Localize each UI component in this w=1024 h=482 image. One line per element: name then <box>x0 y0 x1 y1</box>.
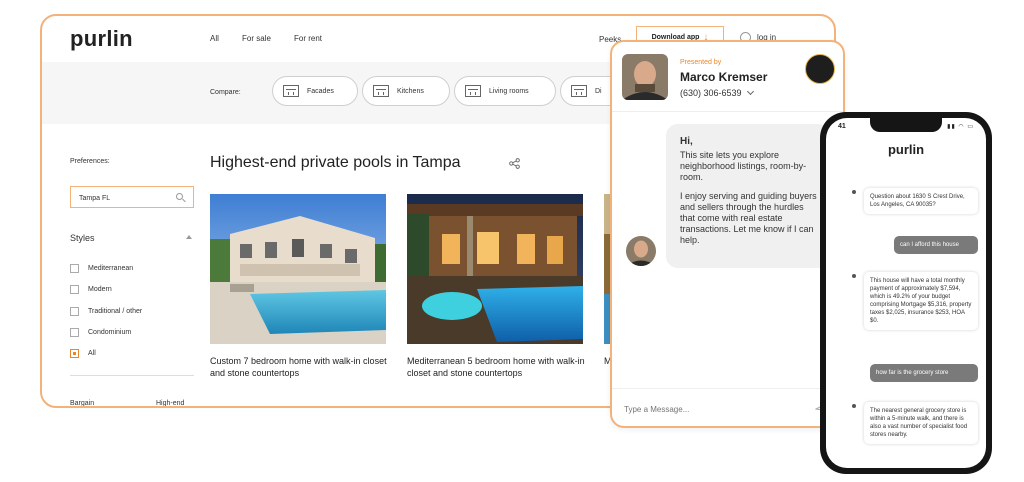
tab-for-sale[interactable]: For sale <box>242 34 271 43</box>
checkbox[interactable] <box>70 264 79 273</box>
styles-heading[interactable]: Styles <box>70 233 194 243</box>
agent-chat-card: Presented by Marco Kremser (630) 306-653… <box>610 40 845 428</box>
style-option-label: Condominium <box>88 329 132 336</box>
style-option-all[interactable]: All <box>70 349 96 358</box>
phone-screen: 41 ▮▮ ◠ ▭ purlin Question about 1630 S C… <box>826 118 986 468</box>
bubble-paragraph-2: I enjoy serving and guiding buyers and s… <box>680 191 817 245</box>
location-search-box[interactable] <box>70 186 194 209</box>
search-icon[interactable] <box>176 193 183 200</box>
listing-caption-1[interactable]: Custom 7 bedroom home with walk-in close… <box>210 355 390 379</box>
agent-phone-number: (630) 306-6539 <box>680 88 742 98</box>
chip-label: Living rooms <box>489 87 529 95</box>
status-time: 41 <box>838 123 846 130</box>
chevron-down-icon[interactable] <box>747 87 755 96</box>
checkbox[interactable] <box>70 307 79 316</box>
listing-photo-2[interactable] <box>407 194 583 344</box>
compare-chip-kitchens[interactable]: Kitchens <box>362 76 450 106</box>
style-option-label: All <box>88 350 96 357</box>
checkbox[interactable] <box>70 285 79 294</box>
tab-for-rent[interactable]: For rent <box>294 34 322 43</box>
chip-label: Di <box>595 87 602 95</box>
checkbox[interactable] <box>70 328 79 337</box>
agent-avatar-small <box>626 236 656 266</box>
agent-photo <box>622 54 668 100</box>
chip-label: Kitchens <box>397 87 424 95</box>
tab-all[interactable]: All <box>210 34 219 43</box>
style-option-label: Modern <box>88 286 112 293</box>
location-search-input[interactable] <box>71 188 171 209</box>
style-option-condominium[interactable]: Condominium <box>70 328 131 337</box>
style-option-mediterranean[interactable]: Mediterranean <box>70 264 133 273</box>
preferences-label: Preferences: <box>70 158 110 165</box>
chat-dot <box>852 274 856 278</box>
phone-notch <box>870 118 942 132</box>
styles-heading-label: Styles <box>70 233 95 243</box>
bubble-paragraph-1: This site lets you explore neighborhood … <box>680 150 807 182</box>
agent-header: Presented by Marco Kremser (630) 306-653… <box>612 42 843 112</box>
style-option-traditional[interactable]: Traditional / other <box>70 307 142 316</box>
compare-chip-living-rooms[interactable]: Living rooms <box>454 76 556 106</box>
agent-message-bubble: Hi, This site lets you explore neighborh… <box>666 124 830 268</box>
presented-by-label: Presented by <box>680 59 722 66</box>
listing-photo-1[interactable] <box>210 194 386 344</box>
phone-message-4: how far is the grocery store <box>870 364 978 382</box>
style-option-label: Traditional / other <box>88 308 143 315</box>
phone-purlin-logo: purlin <box>887 142 925 157</box>
agent-name: Marco Kremser <box>680 70 768 84</box>
share-icon[interactable] <box>509 158 520 169</box>
bubble-greeting: Hi, <box>680 136 693 147</box>
chat-dot <box>852 404 856 408</box>
phone-message-1: Question about 1630 S Crest Drive, Los A… <box>864 188 978 214</box>
price-range-bargain-label: Bargain <box>70 400 95 407</box>
page-title: Highest-end private pools in Tampa <box>210 154 461 171</box>
kitchen-icon <box>373 85 389 97</box>
chip-label: Facades <box>307 87 334 95</box>
checkbox-checked[interactable] <box>70 349 79 358</box>
brokerage-logo <box>805 54 835 84</box>
caret-up-icon[interactable] <box>186 235 192 239</box>
phone-mockup: 41 ▮▮ ◠ ▭ purlin Question about 1630 S C… <box>820 112 992 474</box>
phone-message-5: The nearest general grocery store is wit… <box>864 402 978 444</box>
message-input[interactable] <box>624 401 804 417</box>
agent-phone[interactable]: (630) 306-6539 <box>680 87 755 98</box>
listing-caption-2[interactable]: Mediterranean 5 bedroom home with walk-i… <box>407 355 587 379</box>
phone-message-2: can I afford this house <box>894 236 978 254</box>
sofa-icon <box>465 85 481 97</box>
message-bar <box>612 388 843 426</box>
phone-message-3: This house will have a total monthly pay… <box>864 272 978 330</box>
purlin-logo[interactable]: purlin <box>70 26 133 52</box>
style-option-label: Mediterranean <box>88 265 134 272</box>
compare-label: Compare: <box>210 89 241 96</box>
compare-chip-facades[interactable]: Facades <box>272 76 358 106</box>
dining-icon <box>571 85 587 97</box>
status-icons: ▮▮ ◠ ▭ <box>947 124 974 130</box>
chat-dot <box>852 190 856 194</box>
style-option-modern[interactable]: Modern <box>70 285 112 294</box>
stage: purlin All For sale For rent Peeks Downl… <box>0 0 1024 482</box>
price-range-highend-label: High-end <box>156 400 185 407</box>
facade-icon <box>283 85 299 97</box>
sidebar-divider <box>70 375 194 376</box>
